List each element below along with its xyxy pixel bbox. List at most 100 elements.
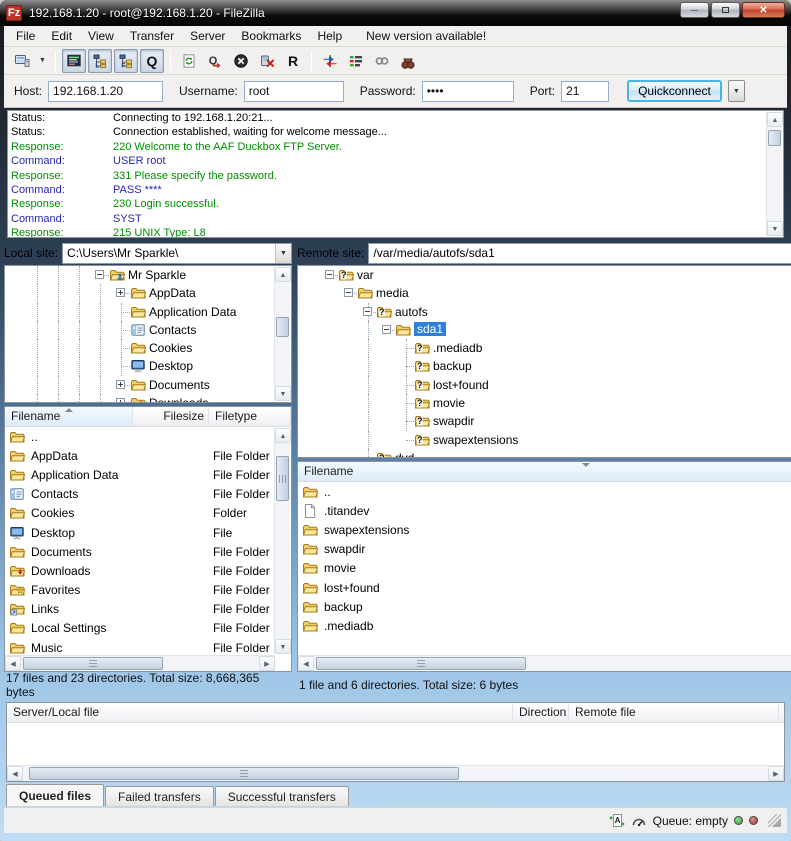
scrollbar-thumb[interactable]: [768, 130, 781, 146]
process-queue-button[interactable]: Q: [203, 49, 227, 73]
tree-expander-plus[interactable]: [116, 288, 125, 297]
tree-item-desktop[interactable]: Desktop: [5, 357, 291, 375]
tree-item-lost-found[interactable]: ?lost+found: [298, 376, 791, 394]
tree-expander-minus[interactable]: [95, 270, 104, 279]
scrollbar-right-button[interactable]: ▶: [768, 766, 784, 781]
password-input[interactable]: [422, 81, 514, 102]
file-row-links[interactable]: LinksFile Folder: [5, 600, 291, 619]
scrollbar-down-button[interactable]: ▼: [275, 639, 291, 654]
tree-expander-minus[interactable]: [382, 325, 391, 334]
file-row-downloads[interactable]: DownloadsFile Folder: [5, 561, 291, 580]
transfer-type-icon[interactable]: A: [609, 813, 625, 829]
scrollbar-right-button[interactable]: ▶: [259, 656, 275, 671]
column-header-filename[interactable]: Filename: [298, 462, 791, 481]
menu-view[interactable]: View: [80, 26, 122, 47]
scrollbar-up-button[interactable]: ▲: [767, 112, 783, 127]
tree-item-autofs[interactable]: ?autofs: [298, 303, 791, 321]
site-manager-dropdown-button[interactable]: ▼: [36, 49, 49, 73]
synchronized-browsing-button[interactable]: [370, 49, 394, 73]
site-manager-button[interactable]: [10, 49, 34, 73]
scrollbar-thumb[interactable]: [276, 456, 289, 501]
tree-item-sda1[interactable]: sda1: [298, 321, 791, 339]
tree-item-swapdir[interactable]: ?swapdir: [298, 412, 791, 430]
file-row-music[interactable]: MusicFile Folder: [5, 638, 291, 655]
tree-item-cookies[interactable]: Cookies: [5, 339, 291, 357]
file-row-favorites[interactable]: FavoritesFile Folder: [5, 581, 291, 600]
tree-item-var[interactable]: ?var: [298, 266, 791, 284]
column-header-filetype[interactable]: Filetype: [209, 407, 291, 426]
quickconnect-dropdown-button[interactable]: ▼: [728, 80, 745, 102]
disconnect-button[interactable]: [255, 49, 279, 73]
file-row-desktop[interactable]: DesktopFile: [5, 523, 291, 542]
menu-server[interactable]: Server: [182, 26, 233, 47]
menu-edit[interactable]: Edit: [43, 26, 80, 47]
scrollbar-up-button[interactable]: ▲: [275, 267, 291, 282]
file-row-local-settings[interactable]: Local SettingsFile Folder: [5, 619, 291, 638]
file-row-item[interactable]: ..: [5, 427, 291, 446]
tree-item-mediadb[interactable]: ?.mediadb: [298, 339, 791, 357]
cancel-button[interactable]: [229, 49, 253, 73]
file-row-application-data[interactable]: Application DataFile Folder: [5, 465, 291, 484]
scrollbar-left-button[interactable]: ◀: [7, 766, 23, 781]
menu-help[interactable]: Help: [309, 26, 350, 47]
tree-item-dvd[interactable]: ?dvd: [298, 449, 791, 458]
menu-transfer[interactable]: Transfer: [122, 26, 182, 47]
menu-file[interactable]: File: [8, 26, 43, 47]
tree-item-appdata[interactable]: AppData: [5, 284, 291, 302]
scrollbar-thumb[interactable]: [29, 767, 459, 780]
local-site-dropdown-button[interactable]: ▼: [275, 244, 291, 263]
tree-item-backup[interactable]: ?backup: [298, 357, 791, 375]
local-site-combobox[interactable]: C:\Users\Mr Sparkle\ ▼: [62, 243, 292, 264]
menu-bookmarks[interactable]: Bookmarks: [233, 26, 309, 47]
file-row-documents[interactable]: DocumentsFile Folder: [5, 542, 291, 561]
toggle-remote-tree-button[interactable]: F: [114, 49, 138, 73]
toggle-queue-button[interactable]: Q: [140, 49, 164, 73]
file-row-contacts[interactable]: ContactsFile Folder: [5, 485, 291, 504]
tree-expander-plus[interactable]: [116, 380, 125, 389]
close-button[interactable]: ✕: [742, 2, 785, 18]
file-row-cookies[interactable]: CookiesFolder: [5, 504, 291, 523]
quickconnect-button[interactable]: Quickconnect: [627, 80, 722, 102]
reconnect-button[interactable]: R: [281, 49, 305, 73]
speed-limits-icon[interactable]: [631, 813, 647, 829]
file-row-mediadb[interactable]: .mediadb: [298, 616, 791, 635]
scrollbar-down-button[interactable]: ▼: [275, 386, 291, 401]
minimize-button[interactable]: ─: [680, 2, 709, 18]
toggle-message-log-button[interactable]: [62, 49, 86, 73]
file-row-backup[interactable]: backup: [298, 597, 791, 616]
resize-grip[interactable]: [768, 814, 781, 827]
column-header-filesize[interactable]: Filesize: [133, 407, 209, 426]
tree-item-downloads[interactable]: Downloads: [5, 394, 291, 403]
maximize-button[interactable]: [711, 2, 740, 18]
tree-item-mr-sparkle[interactable]: Mr Sparkle: [5, 266, 291, 284]
tree-expander-minus[interactable]: [344, 288, 353, 297]
port-input[interactable]: [561, 81, 609, 102]
menu-new-version[interactable]: New version available!: [358, 26, 494, 47]
scrollbar-thumb[interactable]: [276, 317, 289, 337]
host-input[interactable]: [48, 81, 163, 102]
scrollbar-left-button[interactable]: ◀: [5, 656, 21, 671]
tree-item-media[interactable]: media: [298, 284, 791, 302]
tab-failed-transfers[interactable]: Failed transfers: [105, 786, 214, 806]
file-row-swapextensions[interactable]: swapextensions: [298, 520, 791, 539]
scrollbar-up-button[interactable]: ▲: [275, 428, 291, 443]
tree-item-documents[interactable]: Documents: [5, 376, 291, 394]
tree-item-movie[interactable]: ?movie: [298, 394, 791, 412]
file-row-lost-found[interactable]: lost+found: [298, 578, 791, 597]
column-header-direction[interactable]: Direction: [513, 703, 569, 722]
file-row-item[interactable]: ..: [298, 482, 791, 501]
filename-filters-button[interactable]: [344, 49, 368, 73]
title-bar[interactable]: Fz 192.168.1.20 - root@192.168.1.20 - Fi…: [0, 0, 791, 26]
column-header-remote-file[interactable]: Remote file: [569, 703, 779, 722]
find-files-button[interactable]: [396, 49, 420, 73]
file-row-appdata[interactable]: AppDataFile Folder: [5, 446, 291, 465]
username-input[interactable]: [244, 81, 344, 102]
tree-expander-plus[interactable]: [116, 398, 125, 403]
scrollbar-left-button[interactable]: ◀: [298, 656, 314, 671]
scrollbar-thumb[interactable]: [316, 657, 526, 670]
tree-item-contacts[interactable]: Contacts: [5, 321, 291, 339]
file-row-titandev[interactable]: .titandev: [298, 501, 791, 520]
file-row-movie[interactable]: movie: [298, 559, 791, 578]
column-header-server-local-file[interactable]: Server/Local file: [7, 703, 513, 722]
scrollbar-down-button[interactable]: ▼: [767, 221, 783, 236]
